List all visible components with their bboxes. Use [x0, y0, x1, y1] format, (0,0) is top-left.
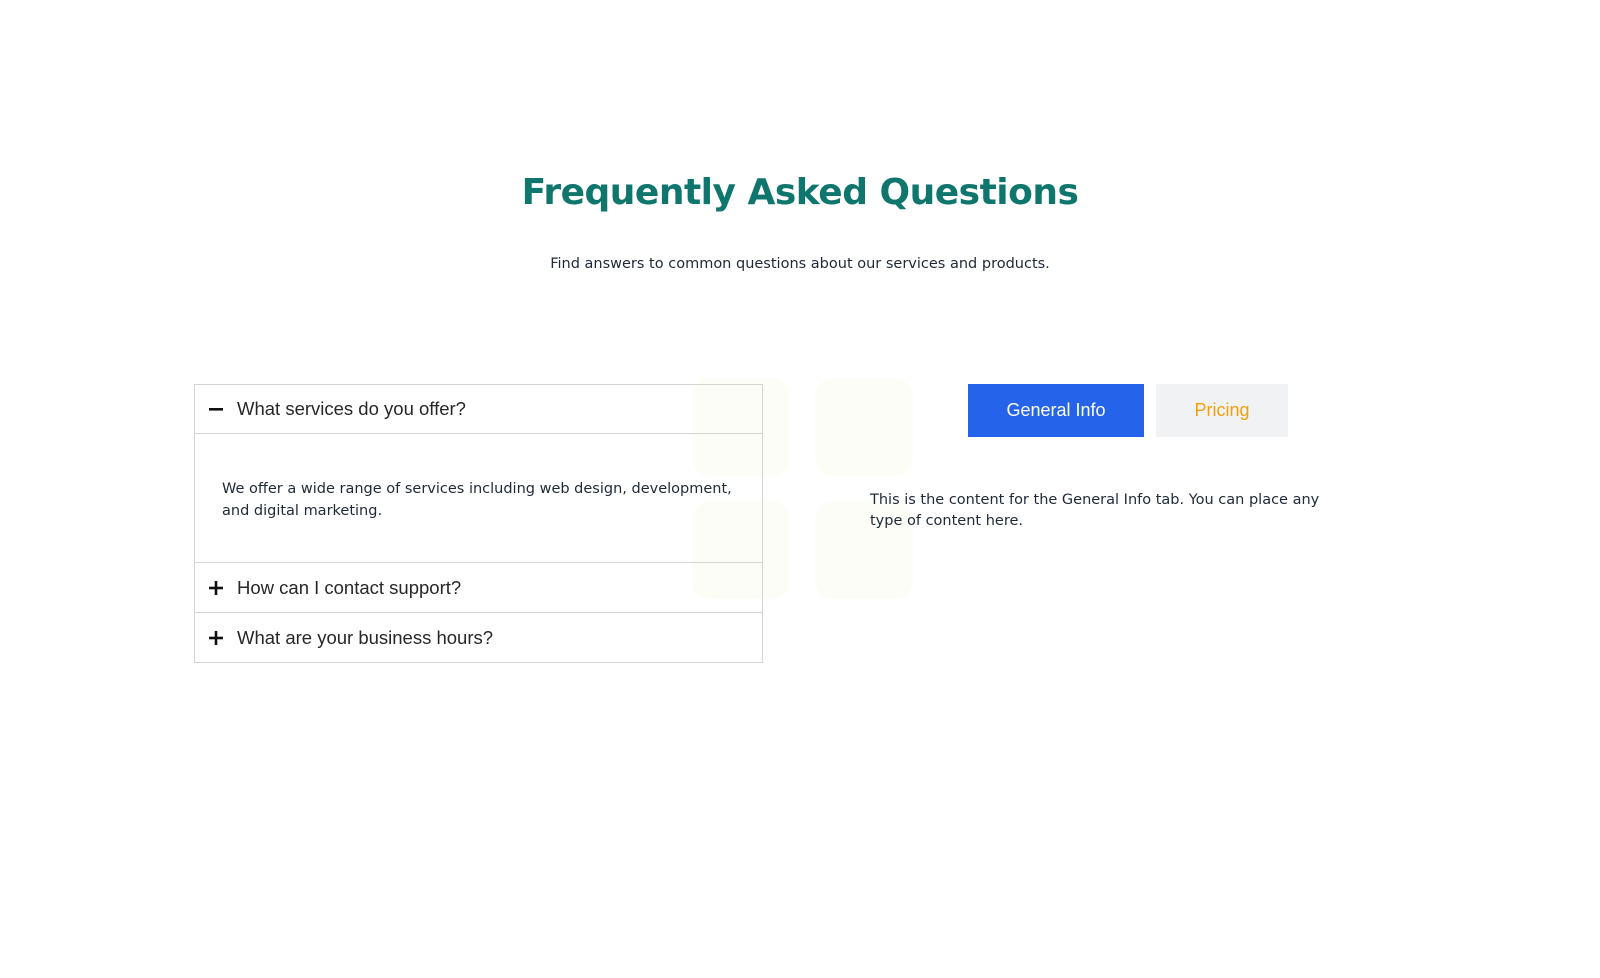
accordion-question: What are your business hours? [237, 626, 494, 648]
accordion-answer: We offer a wide range of services includ… [195, 433, 762, 562]
tab-general-info[interactable]: General Info [968, 384, 1144, 437]
page-subtitle: Find answers to common questions about o… [550, 256, 1050, 272]
minus-icon [207, 400, 225, 418]
faq-accordion: What services do you offer? We offer a w… [194, 384, 763, 663]
faq-page: Frequently Asked Questions Find answers … [0, 0, 1600, 978]
accordion-question: How can I contact support? [237, 576, 462, 598]
plus-icon [207, 629, 225, 647]
page-title: Frequently Asked Questions [521, 172, 1079, 213]
accordion-item: What services do you offer? We offer a w… [194, 384, 763, 563]
accordion-header[interactable]: What services do you offer? [195, 385, 762, 433]
accordion-header[interactable]: What are your business hours? [195, 613, 762, 662]
accordion-item: How can I contact support? [194, 562, 763, 613]
accordion-question: What services do you offer? [237, 398, 466, 419]
plus-icon [207, 579, 225, 597]
accordion-item: What are your business hours? [194, 612, 763, 663]
tab-pricing[interactable]: Pricing [1156, 384, 1288, 437]
accordion-header[interactable]: How can I contact support? [195, 563, 762, 612]
tab-panel-content: This is the content for the General Info… [870, 492, 1320, 529]
decorative-square [815, 378, 913, 476]
